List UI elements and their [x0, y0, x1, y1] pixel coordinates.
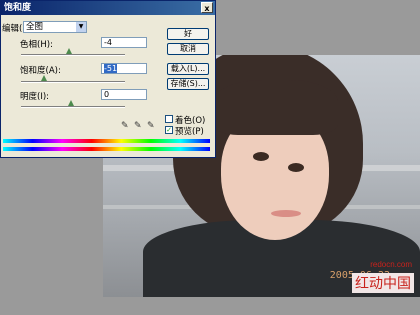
colorize-checkbox[interactable]: [165, 115, 173, 123]
save-button[interactable]: 存储(S)...: [167, 78, 209, 90]
lightness-slider-track[interactable]: [21, 106, 125, 108]
preview-label: 预览(P): [175, 127, 204, 137]
lightness-label: 明度(I):: [20, 92, 50, 102]
lightness-slider-thumb[interactable]: [68, 100, 74, 106]
close-button[interactable]: x: [201, 2, 213, 13]
watermark-logo: 红动中国: [352, 273, 414, 293]
hue-input[interactable]: -4: [101, 37, 147, 48]
hue-label: 色相(H):: [20, 40, 53, 50]
watermark-url: redocn.com: [370, 260, 412, 269]
saturation-slider-thumb[interactable]: [41, 75, 47, 81]
saturation-slider-track[interactable]: [21, 81, 125, 83]
eyedropper-icon[interactable]: ✎: [121, 121, 129, 131]
hue-slider-track[interactable]: [21, 54, 125, 56]
eyedropper-minus-icon[interactable]: ✎: [147, 121, 155, 131]
cancel-button[interactable]: 取消: [167, 43, 209, 55]
color-spectrum-bar-top: [3, 139, 210, 143]
portrait-right-eye: [288, 163, 304, 172]
edit-dropdown-value: 全图: [26, 22, 44, 32]
hue-saturation-dialog: 饱和度 x 编辑(E): 全图 ▼ 色相(H): -4 饱和度(A): -51 …: [0, 0, 216, 158]
color-spectrum-bar-bottom: [3, 147, 210, 151]
chevron-down-icon[interactable]: ▼: [76, 22, 86, 32]
ok-button[interactable]: 好: [167, 28, 209, 40]
saturation-input[interactable]: -51: [101, 63, 147, 74]
dialog-title: 饱和度: [4, 3, 32, 13]
preview-checkbox[interactable]: ✓: [165, 126, 173, 134]
portrait-left-eye: [253, 152, 269, 161]
edit-dropdown[interactable]: 全图 ▼: [23, 21, 87, 33]
load-button[interactable]: 载入(L)...: [167, 63, 209, 75]
portrait-bangs: [213, 80, 338, 135]
portrait-lips: [271, 210, 301, 217]
dialog-titlebar[interactable]: 饱和度 x: [1, 1, 215, 15]
lightness-input[interactable]: 0: [101, 89, 147, 100]
eyedropper-plus-icon[interactable]: ✎: [134, 121, 142, 131]
hue-slider-thumb[interactable]: [66, 48, 72, 54]
